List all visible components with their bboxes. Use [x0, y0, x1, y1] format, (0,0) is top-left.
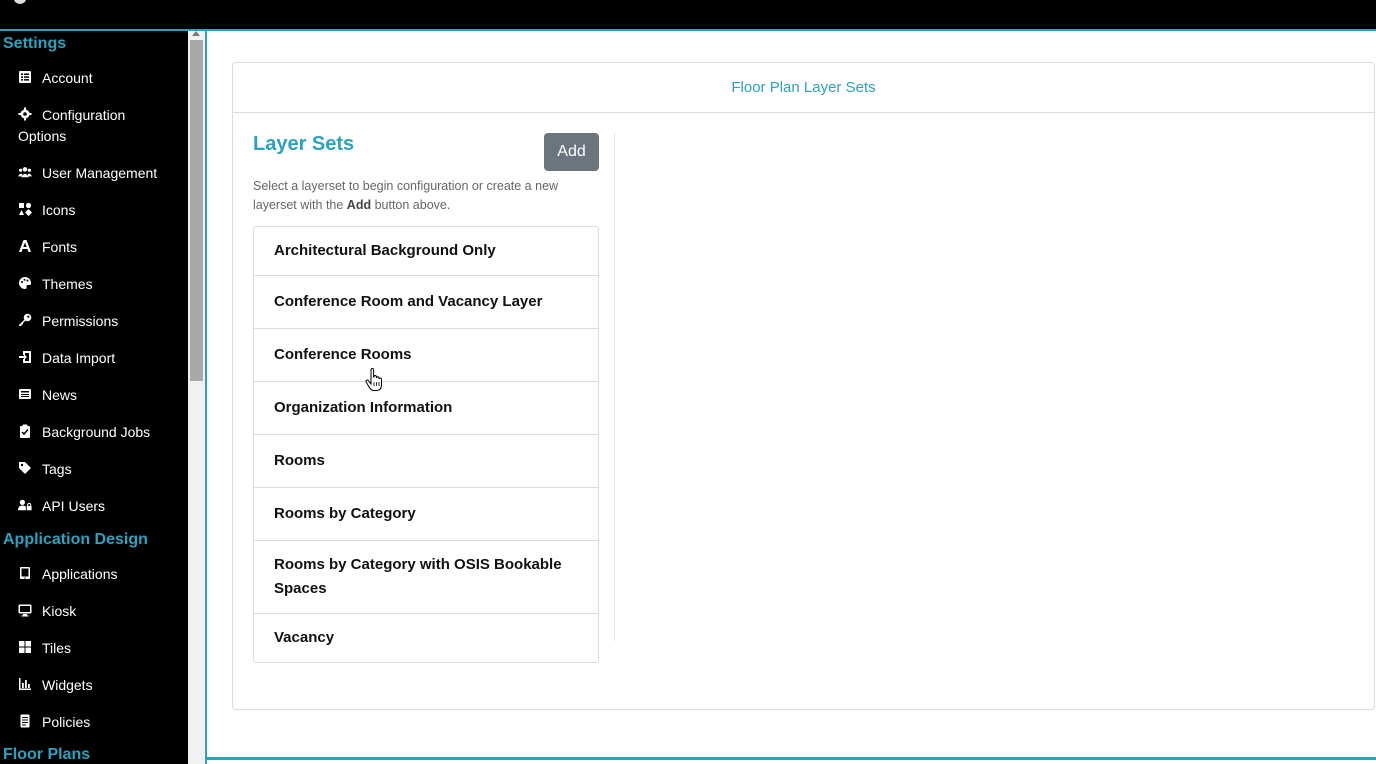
card-title: Floor Plan Layer Sets — [233, 63, 1374, 113]
news-icon — [18, 387, 34, 401]
tiles-icon — [18, 640, 34, 654]
sidebar-item-label: Tags — [42, 461, 72, 477]
sidebar-item-policies[interactable]: Policies — [18, 712, 186, 733]
palette-icon — [18, 276, 34, 290]
sidebar-scrollbar[interactable] — [188, 31, 205, 764]
hand-pointer-cursor-icon — [365, 368, 382, 391]
sidebar-item-fonts[interactable]: Fonts — [18, 237, 186, 258]
list-item-architectural-background-only[interactable]: Architectural Background Only — [254, 227, 598, 276]
layer-sets-list: Architectural Background Only Conference… — [253, 226, 599, 663]
sidebar-item-kiosk[interactable]: Kiosk — [18, 601, 186, 622]
sidebar-section-application-design: Application Design — [3, 531, 148, 548]
sidebar-item-label: Background Jobs — [42, 424, 151, 440]
sidebar-item-label: Widgets — [42, 677, 93, 693]
users-icon — [18, 165, 34, 179]
sidebar-item-label: Account — [42, 70, 93, 86]
list-item-vacancy[interactable]: Vacancy — [254, 614, 598, 662]
sidebar-item-configuration-options[interactable]: Configuration Options — [18, 105, 168, 147]
sidebar-item-icons[interactable]: Icons — [18, 200, 186, 221]
list-item-rooms-by-category[interactable]: Rooms by Category — [254, 488, 598, 541]
sidebar-item-api-users[interactable]: API Users — [18, 496, 186, 517]
sidebar-item-tags[interactable]: Tags — [18, 459, 186, 480]
panel-divider — [614, 133, 615, 641]
sidebar-item-account[interactable]: Account — [18, 68, 186, 89]
sidebar-item-label: Themes — [42, 276, 93, 292]
sidebar-border — [205, 31, 207, 764]
sidebar: Settings Account Configuration Options U… — [0, 31, 188, 764]
sidebar-item-label: API Users — [42, 498, 106, 514]
help-text-bold: Add — [346, 198, 372, 212]
layer-sets-heading: Layer Sets — [253, 133, 355, 155]
sidebar-item-label: Icons — [42, 202, 76, 218]
add-button[interactable]: Add — [544, 133, 599, 171]
icons-icon — [18, 202, 34, 216]
list-icon — [18, 70, 34, 84]
sidebar-item-applications[interactable]: Applications — [18, 564, 186, 585]
sidebar-item-label: Configuration Options — [18, 107, 126, 144]
sidebar-item-label: Policies — [42, 714, 91, 730]
list-item-rooms-by-category-osis[interactable]: Rooms by Category with OSIS Bookable Spa… — [254, 541, 598, 614]
sidebar-item-themes[interactable]: Themes — [18, 274, 186, 295]
sidebar-section-floor-plans: Floor Plans — [3, 746, 91, 763]
help-text-end: button above. — [371, 198, 451, 212]
document-icon — [18, 714, 34, 728]
clipboard-check-icon — [18, 424, 34, 438]
list-item-organization-information[interactable]: Organization Information — [254, 382, 598, 435]
help-text: Select a layerset to begin configuration… — [253, 177, 583, 215]
sidebar-item-news[interactable]: News — [18, 385, 186, 406]
user-lock-icon — [18, 498, 34, 512]
sidebar-item-widgets[interactable]: Widgets — [18, 675, 186, 696]
list-item-rooms[interactable]: Rooms — [254, 435, 598, 488]
sidebar-item-label: Data Import — [42, 350, 116, 366]
logo-icon — [14, 0, 26, 4]
gear-icon — [18, 107, 34, 121]
desktop-icon — [18, 603, 34, 617]
bottom-border — [207, 757, 1376, 760]
sidebar-item-tiles[interactable]: Tiles — [18, 638, 186, 659]
sidebar-item-label: Permissions — [42, 313, 119, 329]
sidebar-item-label: Kiosk — [42, 603, 77, 619]
import-icon — [18, 350, 34, 364]
key-icon — [18, 313, 34, 327]
layer-sets-card: Floor Plan Layer Sets Layer Sets Add Sel… — [232, 62, 1375, 710]
list-item-conference-rooms[interactable]: Conference Rooms — [254, 329, 598, 382]
sidebar-item-label: Tiles — [42, 640, 72, 656]
tablet-icon — [18, 566, 34, 580]
chart-icon — [18, 677, 34, 691]
scrollbar-thumb[interactable] — [190, 40, 203, 381]
scroll-up-arrow-icon[interactable] — [192, 31, 200, 36]
sidebar-item-permissions[interactable]: Permissions — [18, 311, 186, 332]
sidebar-item-label: Applications — [42, 566, 118, 582]
sidebar-item-data-import[interactable]: Data Import — [18, 348, 186, 369]
sidebar-section-settings: Settings — [3, 35, 67, 52]
list-item-conference-room-and-vacancy-layer[interactable]: Conference Room and Vacancy Layer — [254, 276, 598, 329]
top-bar — [0, 0, 1376, 31]
sidebar-item-label: Fonts — [42, 239, 78, 255]
sidebar-item-background-jobs[interactable]: Background Jobs — [18, 422, 186, 443]
sidebar-item-label: News — [42, 387, 78, 403]
tag-icon — [18, 461, 34, 475]
sidebar-item-label: User Management — [42, 165, 158, 181]
font-icon — [18, 239, 34, 253]
sidebar-item-user-management[interactable]: User Management — [18, 163, 186, 184]
